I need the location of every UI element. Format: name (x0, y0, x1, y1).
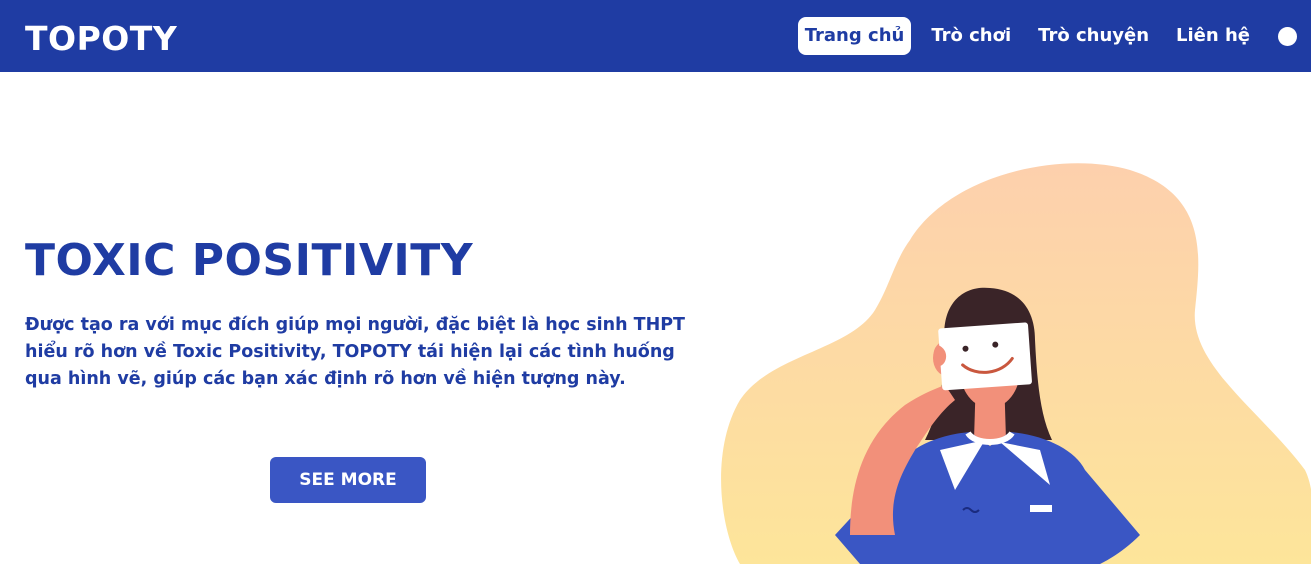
circle-dot-icon[interactable] (1278, 26, 1297, 46)
site-logo[interactable]: TOPOTY (25, 19, 177, 59)
shirt-badge (1030, 505, 1052, 512)
nav-link-tro-choi[interactable]: Trò chơi (924, 17, 1018, 55)
nav-link-lien-he[interactable]: Liên hệ (1169, 17, 1257, 55)
hero-description: Được tạo ra với mục đích giúp mọi người,… (25, 315, 685, 389)
nav-link-trang-chu[interactable]: Trang chủ (797, 17, 912, 55)
smiley-card (938, 322, 1032, 391)
main-nav: Trang chủ Trò chơi Trò chuyện Liên hệ (797, 17, 1297, 55)
hero-title: TOXIC POSITIVITY (25, 235, 474, 286)
girl-holding-smiley-mask-illustration (721, 163, 1311, 564)
see-more-button[interactable]: SEE MORE (270, 457, 426, 503)
nav-link-tro-chuyen[interactable]: Trò chuyện (1031, 17, 1156, 55)
top-navbar: TOPOTY Trang chủ Trò chơi Trò chuyện Liê… (0, 0, 1311, 72)
